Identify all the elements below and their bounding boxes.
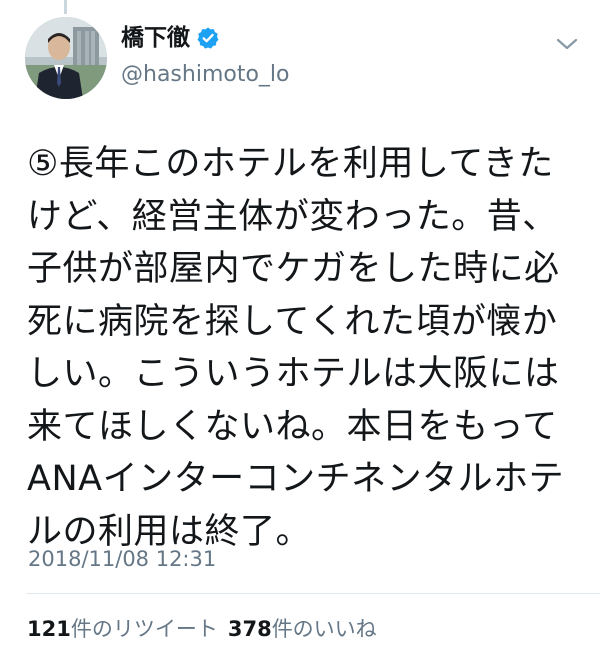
retweet-count: 121 — [27, 617, 71, 641]
like-stat[interactable]: 378件のいいね — [228, 617, 377, 641]
thread-connector-line — [64, 0, 67, 14]
like-label: 件のいいね — [271, 617, 377, 641]
author-handle[interactable]: @hashimoto_lo — [121, 61, 290, 89]
engagement-stats: 121件のリツイート 378件のいいね — [27, 615, 377, 643]
verified-badge-icon — [196, 26, 220, 50]
divider — [26, 593, 600, 594]
chevron-down-icon[interactable] — [555, 36, 579, 52]
avatar[interactable] — [25, 17, 107, 99]
like-count: 378 — [227, 617, 272, 641]
tweet-text: ⑤長年このホテルを利用してきた けど、経営主体が変わった。昔、 子供が部屋内でケ… — [27, 144, 565, 552]
tweet-timestamp[interactable]: 2018/11/08 12:31 — [28, 546, 216, 572]
retweet-label: 件のリツイート — [70, 617, 218, 641]
author-name-row[interactable]: 橋下徹 — [121, 24, 220, 52]
avatar-image — [25, 17, 107, 99]
retweet-stat[interactable]: 121件のリツイート — [27, 617, 218, 641]
author-display-name[interactable]: 橋下徹 — [121, 24, 190, 52]
